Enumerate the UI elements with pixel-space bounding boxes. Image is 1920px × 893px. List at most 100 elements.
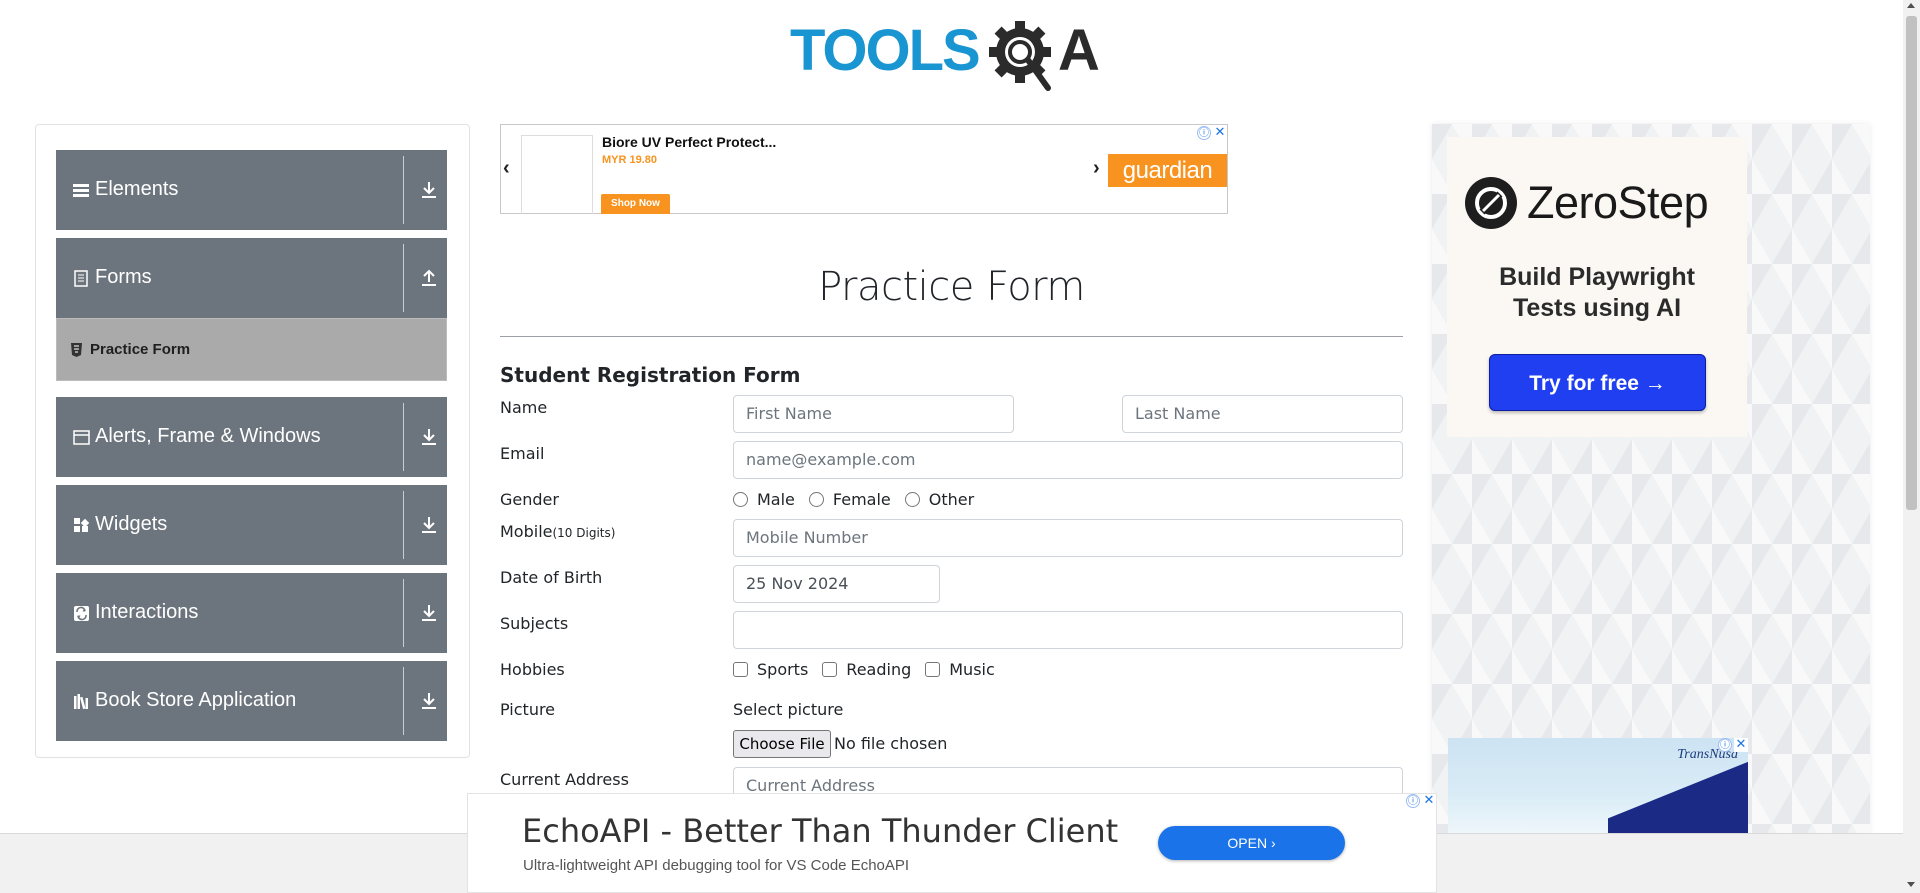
radio-label[interactable]: Male (757, 490, 795, 509)
date-of-birth-input[interactable]: 25 Nov 2024 (733, 565, 940, 603)
download-icon[interactable] (420, 180, 438, 200)
download-icon[interactable] (420, 691, 438, 711)
ad-info-icon[interactable]: ⓘ (1197, 126, 1211, 140)
checkbox-label[interactable]: Reading (846, 660, 911, 679)
radio-button[interactable] (904, 492, 920, 507)
dob-label: Date of Birth (500, 568, 603, 587)
zerostep-logo-icon (1465, 177, 1517, 229)
divider (403, 244, 404, 312)
first-name-input[interactable]: First Name (733, 395, 1014, 433)
scroll-down-arrow-icon[interactable] (1907, 882, 1915, 887)
sidebar-group-forms[interactable]: Forms (56, 238, 447, 318)
hamburger-icon (73, 184, 89, 197)
form-heading: Student Registration Form (500, 363, 801, 387)
ad-next-arrow-icon[interactable]: › (1093, 157, 1100, 180)
logo-text-tools: TOOLS (790, 18, 979, 83)
sidebar-item-practice-form[interactable]: Practice Form (56, 318, 447, 381)
file-status: No file chosen (834, 734, 948, 753)
sidebar-group-label: Book Store Application (95, 689, 297, 711)
echoapi-bottom-ad[interactable]: EchoAPI - Better Than Thunder Client Ult… (467, 793, 1437, 893)
gender-radio-group: Male Female Other (733, 490, 988, 509)
open-button-label[interactable]: OPEN (1227, 835, 1267, 851)
widgets-icon (74, 518, 90, 532)
radio-button[interactable] (808, 492, 824, 507)
sidebar-group-widgets[interactable]: Widgets (56, 485, 447, 565)
logo-text-a: A (1058, 18, 1100, 83)
transnusa-ad[interactable]: TransNusa ⓘ ✕ (1448, 738, 1748, 833)
sidebar-group-elements[interactable]: Elements (56, 150, 447, 230)
checkbox[interactable] (733, 662, 748, 677)
download-icon[interactable] (420, 427, 438, 447)
document-icon (74, 270, 88, 287)
window-icon (73, 430, 90, 445)
hobby-sports-option[interactable]: Sports (733, 660, 808, 679)
ad-info-icon[interactable]: ⓘ (1718, 738, 1732, 752)
ad-prev-arrow-icon[interactable]: ‹ (503, 157, 510, 180)
chevron-right-icon: › (1270, 835, 1276, 851)
open-button[interactable]: OPEN › (1158, 826, 1345, 860)
download-icon[interactable] (420, 515, 438, 535)
scroll-up-arrow-icon[interactable] (1907, 3, 1915, 8)
checkbox[interactable] (925, 662, 941, 677)
hobby-reading-option[interactable]: Reading (822, 660, 911, 679)
ad-choices: ⓘ ✕ (1406, 794, 1436, 808)
checkbox[interactable] (822, 662, 838, 677)
radio-label[interactable]: Female (833, 490, 891, 509)
sidebar-group-interactions[interactable]: Interactions (56, 573, 447, 653)
sidebar-group-alerts[interactable]: Alerts, Frame & Windows (56, 397, 447, 477)
ad-close-icon[interactable]: ✕ (1213, 126, 1227, 140)
gear-magnifier-icon (989, 21, 1051, 91)
sidebar-group-label: Forms (95, 266, 152, 288)
ad-product-image[interactable] (521, 135, 593, 214)
radio-label[interactable]: Other (929, 490, 974, 509)
email-label: Email (500, 444, 545, 463)
upload-icon[interactable] (420, 268, 438, 288)
ad-close-icon[interactable]: ✕ (1734, 738, 1748, 752)
zerostep-ad[interactable]: ZeroStep Build Playwright Tests using AI… (1447, 137, 1747, 437)
checkbox-label[interactable]: Music (949, 660, 995, 679)
page-scrollbar[interactable] (1903, 0, 1920, 893)
checkbox-label[interactable]: Sports (757, 660, 808, 679)
divider (403, 403, 404, 471)
gender-other-option[interactable]: Other (904, 490, 974, 509)
interactions-icon (74, 606, 89, 621)
ad-product-title[interactable]: Biore UV Perfect Protect... (602, 134, 776, 150)
radio-button[interactable] (733, 492, 748, 507)
ad-choices: ⓘ ✕ (1718, 738, 1748, 752)
toolsqa-logo[interactable]: TOOLS A (790, 14, 1120, 92)
picture-label: Picture (500, 700, 556, 719)
hobbies-label: Hobbies (500, 660, 565, 679)
download-icon[interactable] (420, 603, 438, 623)
mobile-label-text: Mobile (500, 522, 553, 541)
ad-info-icon[interactable]: ⓘ (1406, 794, 1420, 808)
mobile-input[interactable]: Mobile Number (733, 519, 1403, 557)
gender-female-option[interactable]: Female (808, 490, 891, 509)
echoapi-ad-title[interactable]: EchoAPI - Better Than Thunder Client (522, 812, 1118, 850)
ad-shop-now-button[interactable]: Shop Now (601, 194, 670, 214)
email-input[interactable]: name@example.com (733, 441, 1403, 479)
mobile-label: Mobile(10 Digits) (500, 522, 615, 541)
tagline-line-2: Tests using AI (1512, 294, 1682, 322)
gender-label: Gender (500, 490, 559, 509)
divider (403, 156, 404, 224)
sidebar-group-label: Alerts, Frame & Windows (95, 425, 321, 447)
books-icon (74, 694, 88, 710)
choose-file-button[interactable]: Choose File (733, 730, 831, 758)
scroll-thumb[interactable] (1906, 16, 1917, 510)
last-name-input[interactable]: Last Name (1122, 395, 1403, 433)
tagline-line-1: Build Playwright (1499, 263, 1695, 291)
try-for-free-button[interactable]: Try for free → (1489, 354, 1706, 411)
page-title: Practice Form (818, 264, 1085, 310)
ad-close-icon[interactable]: ✕ (1422, 794, 1436, 808)
top-banner-ad[interactable]: ‹ Biore UV Perfect Protect... MYR 19.80 … (500, 124, 1228, 214)
gender-male-option[interactable]: Male (733, 490, 795, 509)
echoapi-ad-subtitle[interactable]: Ultra-lightweight API debugging tool for… (523, 857, 909, 874)
ad-brand-logo[interactable]: guardian (1108, 154, 1227, 187)
zerostep-brand: ZeroStep (1527, 177, 1709, 228)
ad-choices: ⓘ ✕ (1197, 126, 1227, 140)
hobby-music-option[interactable]: Music (925, 660, 995, 679)
ad-product-price: MYR 19.80 (602, 154, 658, 166)
divider (403, 491, 404, 559)
subjects-input[interactable] (733, 611, 1403, 649)
sidebar-group-book-store[interactable]: Book Store Application (56, 661, 447, 741)
